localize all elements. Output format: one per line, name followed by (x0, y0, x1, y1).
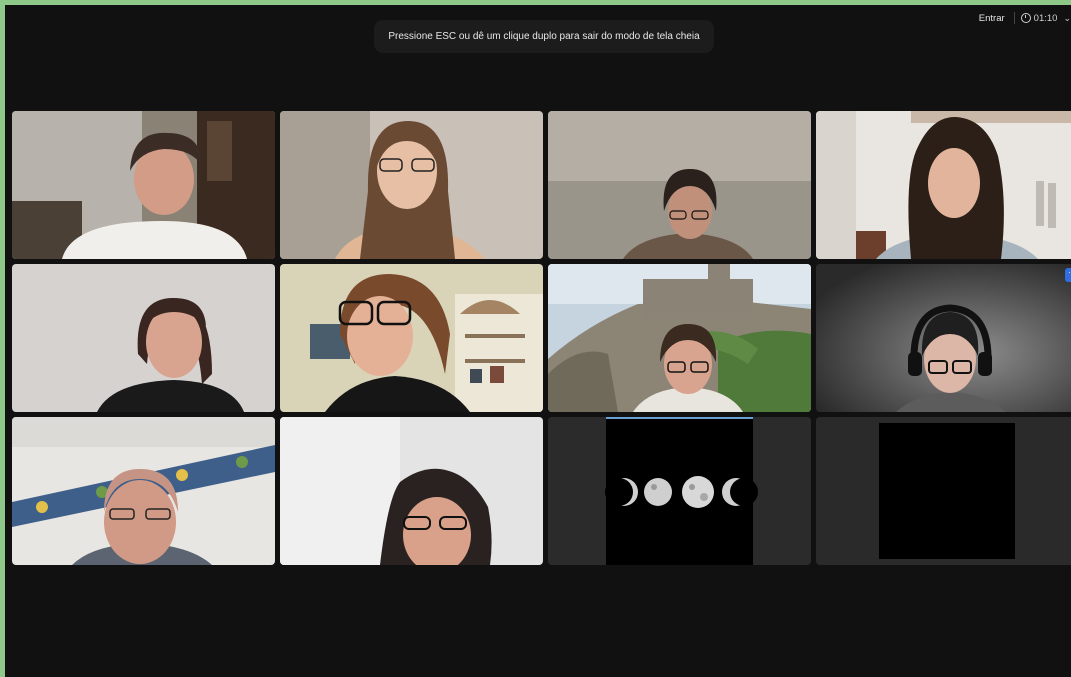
divider (1013, 12, 1015, 24)
participant-video (280, 417, 543, 565)
participant-video (280, 264, 543, 412)
participant-video (879, 423, 1015, 559)
video-call-window: Pressione ESC ou dê um clique duplo para… (5, 5, 1071, 677)
chevron-down-icon[interactable]: ⌄ (1063, 13, 1071, 24)
participant-video (816, 111, 1071, 259)
video-grid: ··· (12, 111, 1071, 565)
participant-tile[interactable] (816, 417, 1071, 565)
participant-tile[interactable] (548, 264, 811, 412)
participant-video (816, 264, 1071, 412)
participant-video (12, 264, 275, 412)
participant-video (280, 111, 543, 259)
more-options-button[interactable]: ··· (1065, 268, 1071, 282)
enter-button[interactable]: Entrar (976, 13, 1008, 24)
participant-tile[interactable] (280, 111, 543, 259)
fullscreen-exit-banner: Pressione ESC ou dê um clique duplo para… (374, 20, 714, 53)
participant-video (548, 111, 811, 259)
participant-tile[interactable] (548, 111, 811, 259)
participant-tile[interactable] (12, 111, 275, 259)
top-right-controls: Entrar 01:10 ⌄ (976, 11, 1071, 25)
clock-icon (1020, 13, 1031, 23)
meeting-timer: 01:10 (1020, 12, 1058, 24)
participant-video (12, 417, 275, 565)
participant-tile[interactable]: ··· (816, 264, 1071, 412)
participant-video (12, 111, 275, 259)
participant-tile[interactable] (816, 111, 1071, 259)
timer-value: 01:10 (1033, 12, 1058, 24)
participant-video (548, 264, 811, 412)
participant-tile[interactable] (280, 417, 543, 565)
participant-tile[interactable] (12, 264, 275, 412)
participant-video (548, 417, 811, 565)
participant-tile[interactable] (280, 264, 543, 412)
participant-tile[interactable] (12, 417, 275, 565)
participant-tile[interactable] (548, 417, 811, 565)
